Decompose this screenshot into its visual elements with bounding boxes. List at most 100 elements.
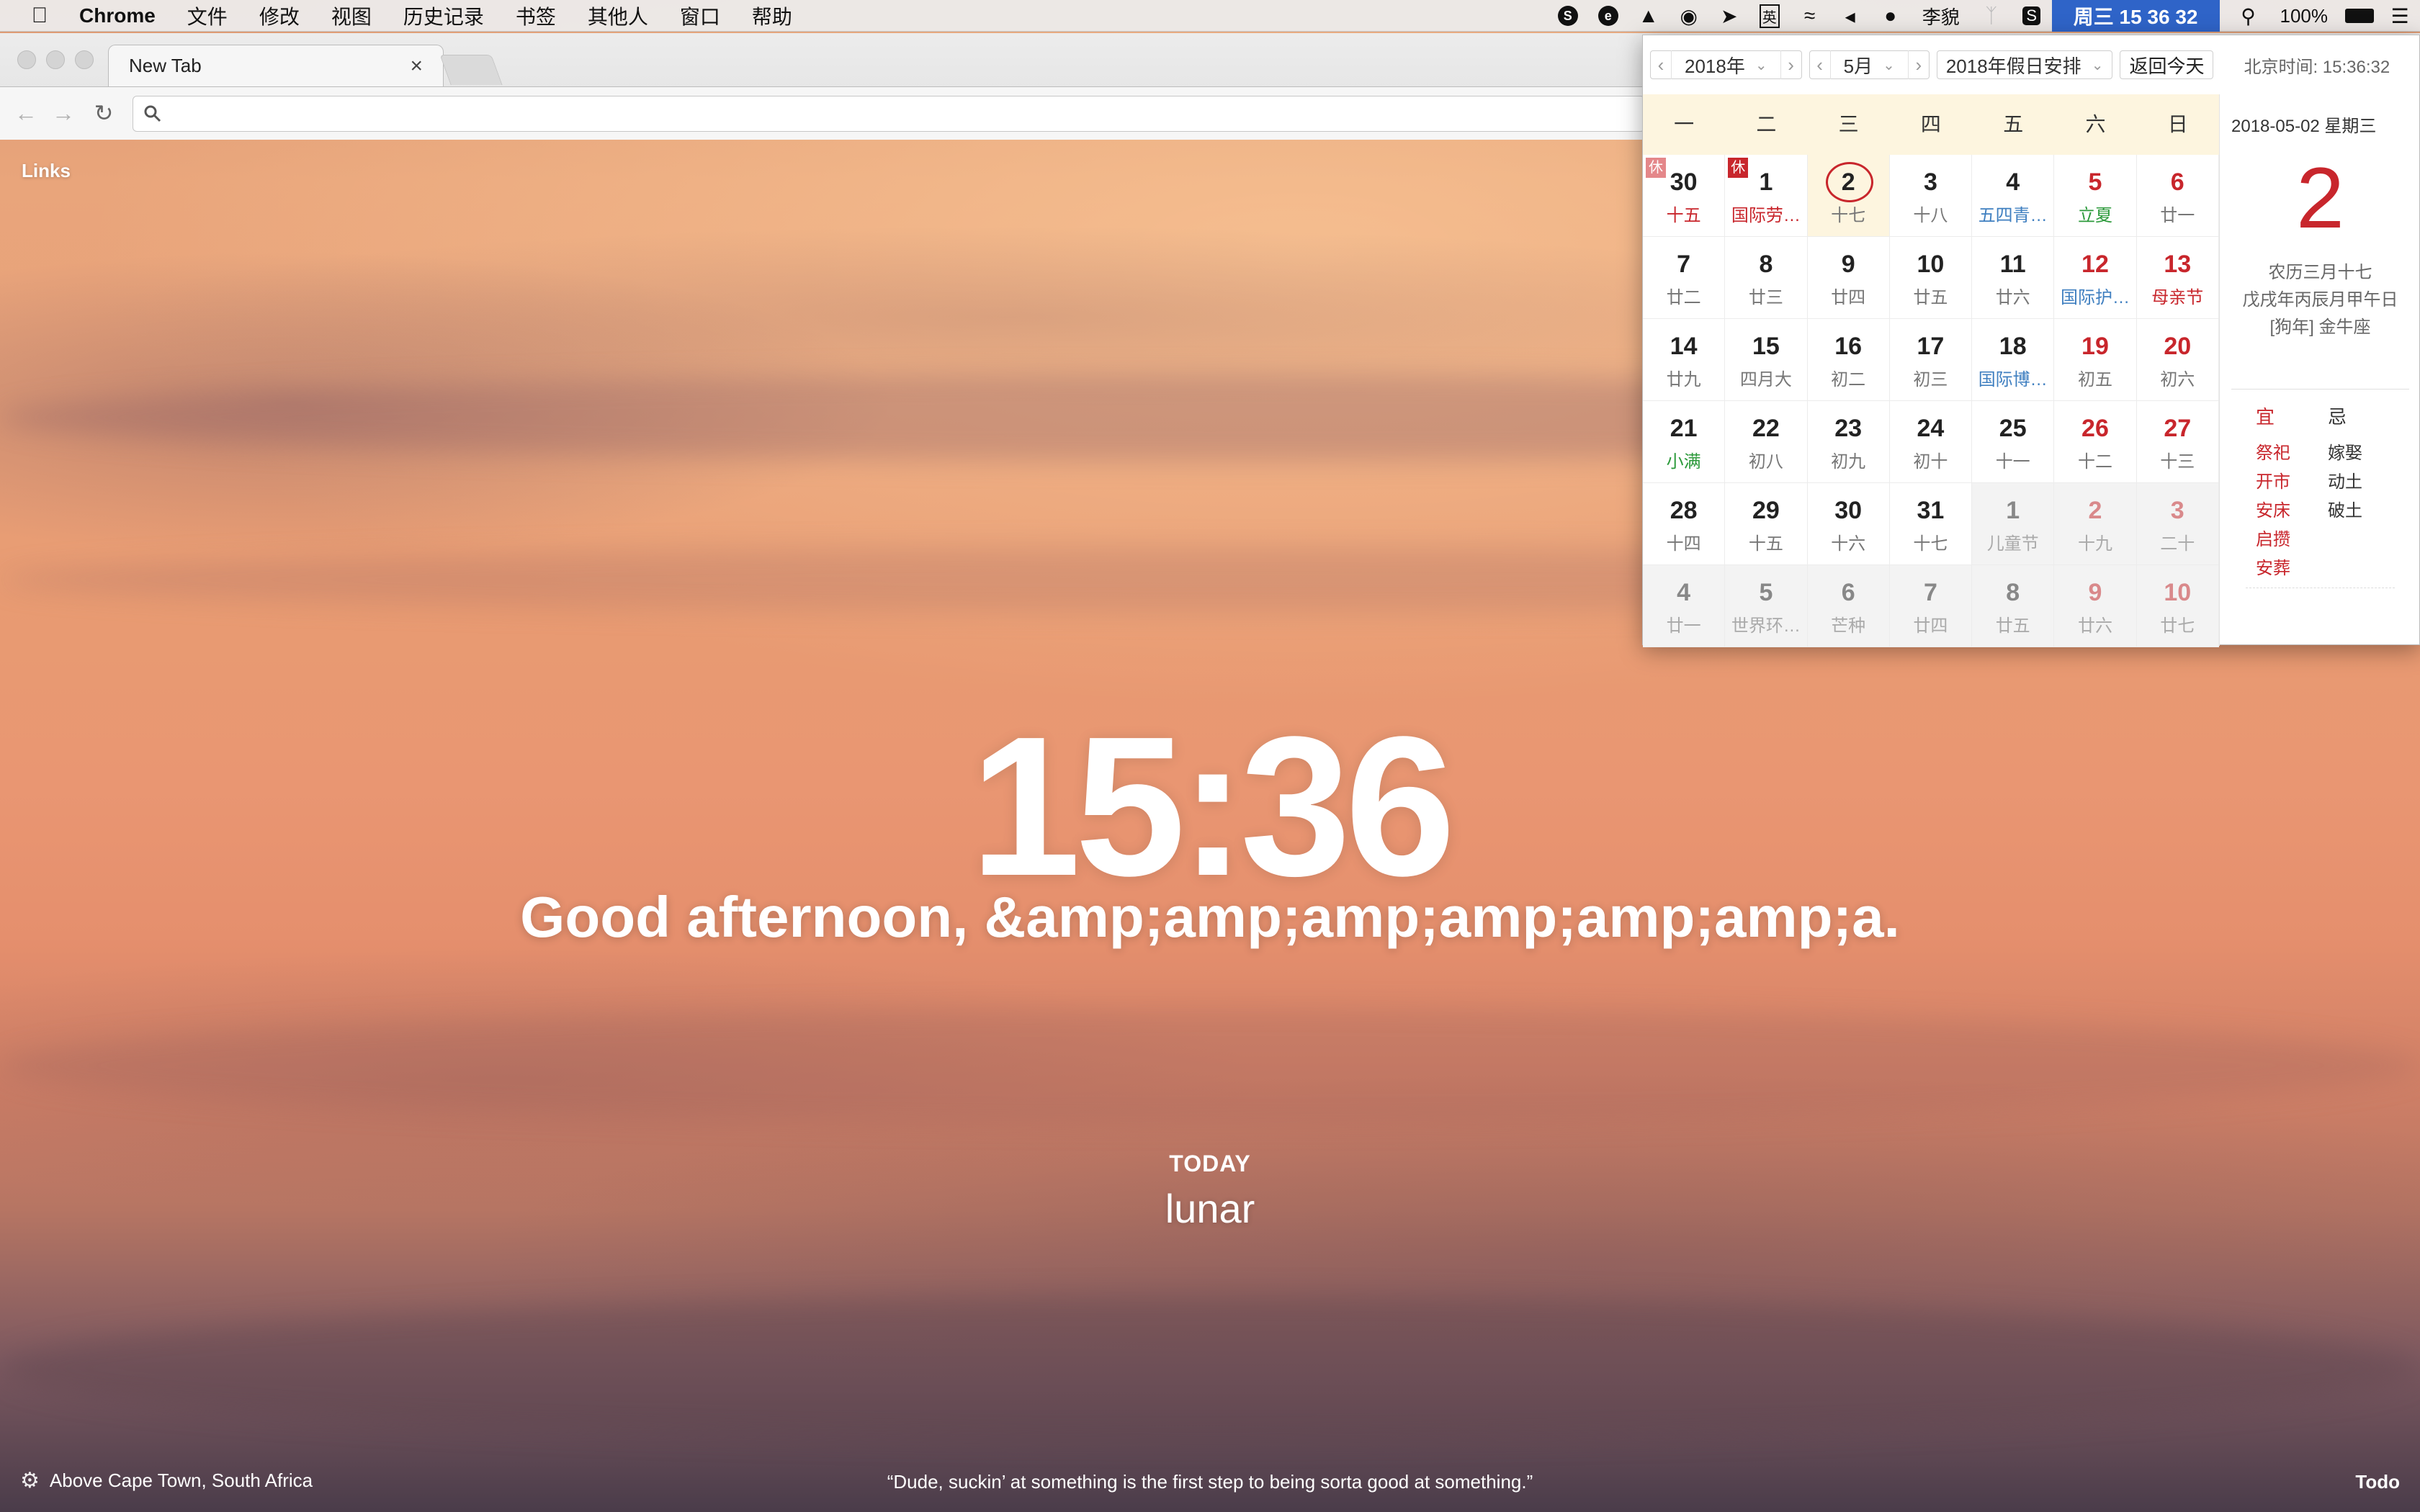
calendar-day-cell[interactable]: 22 初八 bbox=[1725, 401, 1808, 483]
greeting-text[interactable]: Good afternoon, &amp;amp;amp;amp;amp;amp… bbox=[0, 884, 2420, 950]
apple-menu-icon[interactable]:  bbox=[0, 4, 79, 28]
menu-clock[interactable]: 周三 15 36 32 bbox=[2051, 0, 2220, 32]
calendar-day-cell[interactable]: 3 二十 bbox=[2136, 483, 2219, 565]
wifi-icon[interactable]: ≈ bbox=[1790, 0, 1830, 32]
menu-item-bookmarks[interactable]: 书签 bbox=[500, 1, 572, 30]
calendar-day-cell[interactable]: 28 十四 bbox=[1643, 483, 1726, 565]
qq-icon[interactable]: ▲ bbox=[1628, 0, 1669, 32]
tab-new-tab[interactable]: New Tab × bbox=[108, 45, 444, 86]
holiday-selector[interactable]: 2018年假日安排 ⌄ bbox=[1936, 50, 2113, 79]
back-to-today-button[interactable]: 返回今天 bbox=[2120, 50, 2214, 79]
calendar-day-cell[interactable]: 1 儿童节 bbox=[1972, 483, 2055, 565]
menu-item-people[interactable]: 其他人 bbox=[572, 1, 664, 30]
calendar-day-cell[interactable]: 8 廿三 bbox=[1725, 237, 1808, 319]
quote-text[interactable]: “Dude, suckin’ at something is the first… bbox=[0, 1471, 2420, 1493]
next-year-icon[interactable]: › bbox=[1781, 54, 1801, 76]
calendar-day-cell[interactable]: 30 十六 bbox=[1807, 483, 1890, 565]
lunar-day-label: 廿四 bbox=[1831, 288, 1866, 307]
calendar-day-cell[interactable]: 6 芒种 bbox=[1807, 565, 1890, 647]
notification-center-icon[interactable]: ☰ bbox=[2380, 0, 2420, 32]
calendar-day-cell[interactable]: 10 廿七 bbox=[2136, 565, 2219, 647]
calendar-day-cell[interactable]: 6 廿一 bbox=[2136, 155, 2219, 237]
calendar-day-cell[interactable]: 5 立夏 bbox=[2054, 155, 2137, 237]
calendar-day-cell[interactable]: 17 初三 bbox=[1889, 319, 1973, 401]
calendar-day-cell[interactable]: 26 十二 bbox=[2054, 401, 2137, 483]
status-icon-circle[interactable]: S bbox=[1548, 0, 1588, 32]
calendar-day-cell[interactable]: 4 五四青… bbox=[1972, 155, 2055, 237]
day-number: 22 bbox=[1752, 415, 1780, 442]
zodiac-info: [狗年] 金牛座 bbox=[2269, 318, 2371, 337]
menu-item-history[interactable]: 历史记录 bbox=[387, 1, 500, 30]
menu-item-help[interactable]: 帮助 bbox=[736, 1, 808, 30]
calendar-day-cell[interactable]: 14 廿九 bbox=[1643, 319, 1726, 401]
calendar-day-cell[interactable]: 13 母亲节 bbox=[2136, 237, 2219, 319]
calendar-day-cell[interactable]: 29 十五 bbox=[1725, 483, 1808, 565]
next-month-icon[interactable]: › bbox=[1909, 54, 1929, 76]
calendar-day-cell[interactable]: 16 初二 bbox=[1807, 319, 1890, 401]
calendar-day-cell[interactable]: 11 廿六 bbox=[1972, 237, 2055, 319]
forward-arrow-icon[interactable]: → bbox=[48, 97, 79, 129]
tab-close-icon[interactable]: × bbox=[410, 54, 423, 78]
calendar-day-cell[interactable]: 7 廿四 bbox=[1889, 565, 1973, 647]
calendar-day-cell[interactable]: 4 廿一 bbox=[1643, 565, 1726, 647]
volume-icon[interactable]: ◂ bbox=[1830, 0, 1870, 32]
user-avatar-icon[interactable]: ● bbox=[1870, 0, 1911, 32]
calendar-day-cell[interactable]: 23 初九 bbox=[1807, 401, 1890, 483]
battery-percent[interactable]: 100% bbox=[2269, 5, 2340, 27]
calendar-day-cell[interactable]: 休 30 十五 bbox=[1643, 155, 1726, 237]
prev-year-icon[interactable]: ‹ bbox=[1651, 54, 1671, 76]
menu-app-name[interactable]: Chrome bbox=[79, 4, 171, 27]
status-icon-eagle[interactable]: e bbox=[1588, 0, 1628, 32]
telegram-icon[interactable]: ➤ bbox=[1709, 0, 1749, 32]
calendar-day-cell[interactable]: 8 廿五 bbox=[1972, 565, 2055, 647]
month-selector[interactable]: ‹ 5月 ⌄ › bbox=[1809, 50, 1930, 79]
spotlight-search-icon[interactable]: ⚲ bbox=[2228, 0, 2269, 32]
day-number: 24 bbox=[1917, 415, 1945, 442]
reload-icon[interactable]: ↻ bbox=[88, 97, 120, 129]
bluetooth-icon[interactable]: ᛉ bbox=[1971, 0, 2012, 32]
calendar-day-cell[interactable]: 2 十九 bbox=[2054, 483, 2137, 565]
day-number: 20 bbox=[2164, 333, 2192, 360]
battery-icon[interactable] bbox=[2339, 0, 2380, 32]
calendar-day-cell[interactable]: 休 1 国际劳… bbox=[1725, 155, 1808, 237]
todo-button[interactable]: Todo bbox=[2355, 1471, 2400, 1493]
calendar-day-cell[interactable]: 18 国际博… bbox=[1972, 319, 2055, 401]
calendar-day-cell[interactable]: 24 初十 bbox=[1889, 401, 1973, 483]
calendar-day-cell[interactable]: 10 廿五 bbox=[1889, 237, 1973, 319]
window-minimize-button[interactable] bbox=[46, 50, 65, 69]
calendar-day-cell[interactable]: 5 世界环… bbox=[1725, 565, 1808, 647]
calendar-day-cell[interactable]: 7 廿二 bbox=[1643, 237, 1726, 319]
calendar-day-cell[interactable]: 12 国际护… bbox=[2054, 237, 2137, 319]
menu-item-window[interactable]: 窗口 bbox=[664, 1, 736, 30]
day-number: 10 bbox=[2164, 579, 2192, 606]
today-focus[interactable]: lunar bbox=[0, 1185, 2420, 1232]
menu-item-edit[interactable]: 修改 bbox=[243, 1, 315, 30]
links-button[interactable]: Links bbox=[22, 160, 71, 182]
prev-month-icon[interactable]: ‹ bbox=[1810, 54, 1830, 76]
menu-user-name[interactable]: 李貌 bbox=[1911, 3, 1971, 30]
calendar-day-cell[interactable]: 31 十七 bbox=[1889, 483, 1973, 565]
back-arrow-icon[interactable]: ← bbox=[10, 97, 42, 129]
calendar-day-cell[interactable]: 9 廿四 bbox=[1807, 237, 1890, 319]
lunar-day-label: 初五 bbox=[2077, 370, 2112, 390]
year-selector[interactable]: ‹ 2018年 ⌄ › bbox=[1650, 50, 1802, 79]
menu-item-view[interactable]: 视图 bbox=[315, 1, 387, 30]
calendar-day-cell[interactable]: 25 十一 bbox=[1972, 401, 2055, 483]
window-zoom-button[interactable] bbox=[75, 50, 94, 69]
new-tab-button[interactable] bbox=[439, 55, 503, 85]
calendar-day-cell[interactable]: 20 初六 bbox=[2136, 319, 2219, 401]
calendar-day-cell[interactable]: 3 十八 bbox=[1889, 155, 1973, 237]
lunar-day-label: 十五 bbox=[1666, 206, 1701, 225]
sogou-icon[interactable]: S bbox=[2012, 0, 2052, 32]
wechat-icon[interactable]: ◉ bbox=[1669, 0, 1709, 32]
calendar-day-cell[interactable]: 19 初五 bbox=[2054, 319, 2137, 401]
calendar-day-cell[interactable]: 2 十七 bbox=[1807, 155, 1890, 237]
window-close-button[interactable] bbox=[17, 50, 36, 69]
input-method-icon[interactable]: 英 bbox=[1749, 0, 1790, 32]
calendar-day-cell[interactable]: 27 十三 bbox=[2136, 401, 2219, 483]
calendar-day-cell[interactable]: 9 廿六 bbox=[2054, 565, 2137, 647]
menu-item-file[interactable]: 文件 bbox=[171, 1, 243, 30]
address-bar[interactable] bbox=[133, 96, 1645, 132]
calendar-day-cell[interactable]: 21 小满 bbox=[1643, 401, 1726, 483]
calendar-day-cell[interactable]: 15 四月大 bbox=[1725, 319, 1808, 401]
